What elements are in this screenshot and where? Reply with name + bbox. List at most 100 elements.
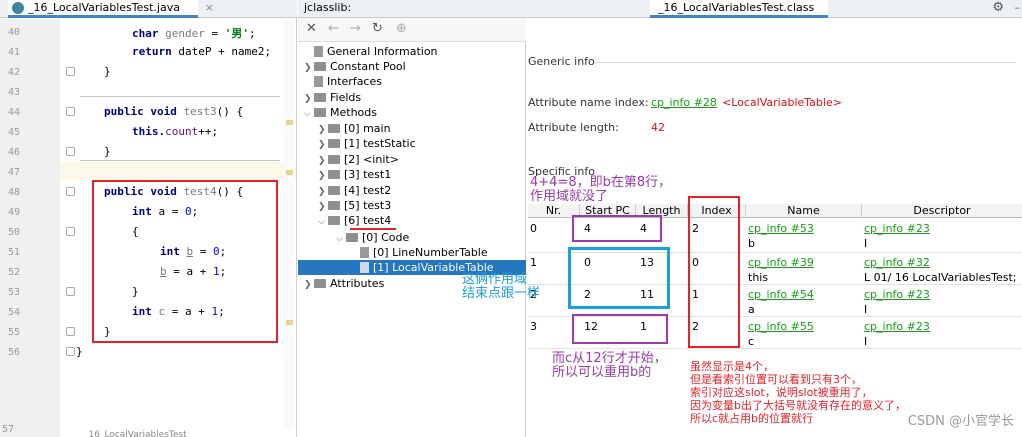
line-number: 41	[8, 47, 21, 58]
col-header-descriptor[interactable]: Descriptor	[862, 204, 1022, 218]
code-line-56[interactable]: }	[76, 345, 83, 358]
chevron-down-icon[interactable]: ⌵	[336, 232, 346, 247]
fold-marker-icon[interactable]	[66, 147, 75, 156]
tree-item-fields[interactable]: ❯ Fields	[304, 90, 361, 105]
tree-item-method-6[interactable]: ⌵ [6] test4	[318, 213, 391, 228]
attr-name-link[interactable]: cp_info #28	[651, 96, 717, 109]
tab-class-file[interactable]: _16_LocalVariablesTest.class	[650, 0, 828, 18]
editor-tab-label: _16_LocalVariablesTest.java	[28, 1, 180, 14]
line-number: 53	[8, 287, 21, 298]
editor-tab[interactable]: _16_LocalVariablesTest.java ×	[8, 0, 214, 18]
file-icon	[314, 46, 323, 57]
jclasslib-tab-bar: jclasslib: _16_LocalVariablesTest.class …	[298, 0, 1022, 18]
code-line-40[interactable]: char gender = '男';	[132, 25, 256, 41]
tree-item-general[interactable]: General Information	[304, 44, 438, 59]
tree-item-method-1[interactable]: ❯ [1] testStatic	[318, 136, 416, 151]
folder-icon	[346, 233, 358, 242]
generic-info-title: Generic info	[528, 55, 595, 68]
line-number: 45	[8, 127, 21, 138]
folder-icon	[328, 170, 340, 179]
cell-desc: I	[864, 237, 868, 250]
folder-icon	[328, 155, 340, 164]
browser-icon[interactable]: ⊕	[396, 21, 407, 36]
tree-item-interfaces[interactable]: Interfaces	[304, 74, 382, 89]
structure-tree: General Information ❯ Constant Pool Inter…	[298, 42, 526, 437]
minimize-icon[interactable]: –	[1015, 0, 1021, 18]
cell-name-link[interactable]: cp_info #55	[748, 320, 814, 334]
cell-name-link[interactable]: cp_info #54	[748, 288, 814, 302]
folder-icon	[328, 186, 340, 195]
tree-item-attributes[interactable]: ❯ Attributes	[304, 276, 384, 291]
attr-length-value: 42	[651, 121, 665, 134]
chevron-down-icon[interactable]: ⌵	[318, 215, 328, 230]
tree-item-line-number-table[interactable]: [0] LineNumberTable	[360, 245, 488, 260]
chevron-right-icon[interactable]: ❯	[318, 138, 328, 153]
fold-marker-icon[interactable]	[66, 327, 75, 336]
fold-marker-icon[interactable]	[66, 287, 75, 296]
forward-icon[interactable]: →	[350, 21, 361, 36]
folder-icon	[314, 279, 326, 288]
tree-item-method-2[interactable]: ❯ [2] <init>	[318, 152, 399, 167]
fold-marker-icon[interactable]	[66, 107, 75, 116]
tree-item-method-0[interactable]: ❯ [0] main	[318, 121, 391, 136]
divider	[596, 62, 1016, 63]
line-number: 52	[8, 267, 21, 278]
cell-desc: L 01/ 16 LocalVariablesTest;	[864, 271, 1017, 284]
annotation-box-red	[92, 180, 278, 343]
col-header-name[interactable]: Name	[746, 204, 862, 218]
toolbar: ✕ ← → ↻ ⊕	[298, 18, 526, 42]
tree-item-methods[interactable]: ⌵ Methods	[304, 105, 377, 120]
close-icon[interactable]: ✕	[306, 21, 317, 36]
chevron-right-icon[interactable]: ❯	[318, 169, 328, 184]
back-icon[interactable]: ←	[328, 21, 339, 36]
tree-item-method-4[interactable]: ❯ [4] test2	[318, 183, 391, 198]
tree-item-method-5[interactable]: ❯ [5] test3	[318, 198, 391, 213]
gear-icon[interactable]: ⚙	[992, 0, 1004, 18]
java-class-icon	[12, 2, 24, 14]
cell-desc-link[interactable]: cp_info #32	[864, 256, 930, 270]
folder-icon	[328, 139, 340, 148]
fold-marker-icon[interactable]	[66, 227, 75, 236]
editor-scrollbar[interactable]	[284, 19, 294, 429]
fold-marker-icon[interactable]	[66, 347, 75, 356]
cell-name-link[interactable]: cp_info #39	[748, 256, 814, 270]
annotation-note-4: 虽然显示是4个， 但是看索引位置可以看到只有3个， 索引对应这slot，说明sl…	[690, 360, 906, 425]
cell-name: a	[748, 303, 755, 316]
line-number: 42	[8, 67, 21, 78]
line-number: 47	[8, 167, 21, 178]
fold-marker-icon[interactable]	[66, 67, 75, 76]
code-line-45[interactable]: this.count++;	[132, 125, 218, 138]
watermark: CSDN @小官学长	[907, 414, 1014, 429]
fold-marker-icon[interactable]	[66, 187, 75, 196]
line-number: 55	[8, 327, 21, 338]
line-number: 56	[8, 347, 21, 358]
annotation-box-red-index	[688, 196, 740, 348]
cell-name: this	[748, 271, 769, 284]
tree-item-constant-pool[interactable]: ❯ Constant Pool	[304, 59, 406, 74]
code-line-44[interactable]: public void test3() {	[104, 105, 243, 118]
tree-item-method-3[interactable]: ❯ [3] test1	[318, 167, 391, 182]
row-divider	[528, 348, 1022, 349]
code-line-46[interactable]: }	[104, 145, 111, 158]
cell-nr: 3	[530, 320, 537, 333]
tree-item-code[interactable]: ⌵ [0] Code	[336, 230, 409, 245]
cell-desc: I	[864, 303, 868, 316]
close-tab-icon[interactable]: ×	[205, 0, 214, 15]
code-line-42[interactable]: }	[104, 65, 111, 78]
cell-desc-link[interactable]: cp_info #23	[864, 288, 930, 302]
line-number: 44	[8, 107, 21, 118]
annotation-box-purple-row3	[572, 314, 668, 344]
code-line-41[interactable]: return dateP + name2;	[132, 45, 271, 58]
current-line-highlight	[60, 162, 296, 180]
attr-length-label: Attribute length:	[528, 121, 619, 134]
folder-icon	[328, 216, 340, 225]
line-number: 50	[8, 227, 21, 238]
cell-desc-link[interactable]: cp_info #23	[864, 222, 930, 236]
chevron-right-icon[interactable]: ❯	[304, 278, 314, 293]
cell-name-link[interactable]: cp_info #53	[748, 222, 814, 236]
annotation-box-purple-row0	[572, 215, 662, 242]
cell-desc-link[interactable]: cp_info #23	[864, 320, 930, 334]
refresh-icon[interactable]: ↻	[372, 21, 383, 36]
tab-jclasslib[interactable]: jclasslib:	[304, 0, 351, 18]
chevron-down-icon[interactable]: ⌵	[304, 107, 314, 122]
